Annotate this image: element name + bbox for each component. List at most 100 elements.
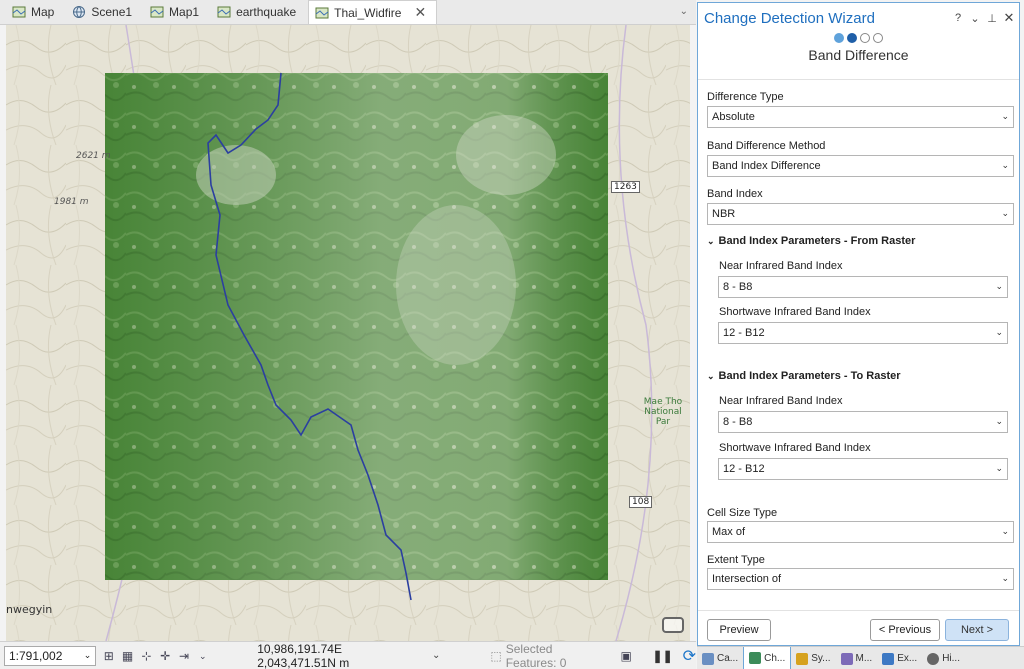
- select-value: Absolute: [712, 111, 755, 123]
- arcgis-pro-window: Map Scene1 Map1 earthquake Thai_Widfire …: [0, 0, 1024, 669]
- coordinate-readout: 10,986,191.74E 2,043,471.51N m: [257, 641, 350, 669]
- table-icon[interactable]: ▣: [620, 649, 633, 663]
- section-heading: Band Index Parameters - From Raster: [718, 235, 916, 247]
- difference-type-label: Difference Type: [707, 91, 784, 103]
- previous-button[interactable]: < Previous: [870, 619, 940, 641]
- close-icon[interactable]: ✕: [1002, 10, 1016, 26]
- step-dot: [860, 33, 870, 43]
- grid-icon[interactable]: ▦: [121, 649, 134, 663]
- modify-icon: [840, 652, 853, 665]
- chevron-down-icon[interactable]: ⌄: [680, 6, 688, 17]
- road-shield: 1263: [611, 181, 640, 193]
- cell-size-type-select[interactable]: Max of ⌄: [707, 521, 1014, 543]
- select-value: 8 - B8: [723, 281, 753, 293]
- step-title: Band Difference: [808, 47, 909, 63]
- chevron-down-icon: ⌄: [1001, 111, 1009, 121]
- scale-value: 1:791,002: [9, 648, 63, 663]
- chevron-down-icon: ⌄: [995, 281, 1003, 291]
- tab-explore[interactable]: Ex...: [877, 647, 922, 669]
- tab-thai-widfire[interactable]: Thai_Widfire ✕: [308, 0, 438, 24]
- close-icon[interactable]: ✕: [414, 4, 426, 21]
- section-heading: Band Index Parameters - To Raster: [718, 370, 901, 382]
- from-nir-band-select[interactable]: 8 - B8 ⌄: [718, 276, 1008, 298]
- select-value: 12 - B12: [723, 327, 765, 339]
- change-detection-icon: [749, 652, 762, 664]
- chevron-down-icon: ⌄: [1001, 573, 1009, 583]
- tab-map[interactable]: Map: [6, 0, 64, 24]
- to-swir-band-select[interactable]: 12 - B12 ⌄: [718, 458, 1008, 480]
- tab-label: Map: [31, 5, 55, 19]
- step-dot: [873, 33, 883, 43]
- chevron-down-icon: ⌄: [1001, 526, 1009, 536]
- select-value: Max of: [712, 526, 746, 538]
- tab-earthquake[interactable]: earthquake: [211, 0, 306, 24]
- basemap: [6, 25, 690, 641]
- symbology-icon: [796, 652, 809, 665]
- from-raster-section-toggle[interactable]: ⌄ Band Index Parameters - From Raster: [707, 235, 915, 247]
- tab-label: Ca...: [717, 653, 739, 664]
- north-arrow-icon[interactable]: ⇥: [178, 649, 191, 663]
- refresh-icon[interactable]: ⟳: [683, 646, 696, 666]
- divider: [698, 610, 1019, 611]
- constraint-icon[interactable]: ✛: [159, 649, 172, 663]
- to-nir-band-select[interactable]: 8 - B8 ⌄: [718, 411, 1008, 433]
- history-icon: [927, 652, 940, 665]
- chevron-down-icon[interactable]: ⌄: [968, 12, 982, 25]
- next-button[interactable]: Next >: [945, 619, 1009, 641]
- pane-tab-strip: Ca... Ch... Sy... M... Ex... Hi...: [697, 646, 1024, 669]
- chevron-down-icon: ⌄: [83, 650, 92, 660]
- place-label: nwegyin: [6, 603, 53, 616]
- scale-select[interactable]: 1:791,002 ⌄: [4, 645, 97, 666]
- pane-title: Change Detection Wizard: [704, 9, 875, 27]
- map-view[interactable]: 2621 m 1981 m nwegyin Mae Tho National P…: [6, 25, 690, 641]
- band-difference-method-select[interactable]: Band Index Difference ⌄: [707, 155, 1014, 177]
- chevron-down-icon[interactable]: ⌄: [196, 649, 209, 663]
- difference-type-select[interactable]: Absolute ⌄: [707, 106, 1014, 128]
- map-icon: [12, 6, 26, 18]
- tab-label: M...: [855, 653, 873, 664]
- help-icon[interactable]: ?: [951, 12, 965, 24]
- to-raster-section-toggle[interactable]: ⌄ Band Index Parameters - To Raster: [707, 370, 901, 382]
- layers-icon: [882, 652, 895, 665]
- tab-label: Sy...: [811, 653, 831, 664]
- tab-label: Thai_Widfire: [334, 5, 402, 20]
- cell-size-type-label: Cell Size Type: [707, 507, 778, 519]
- tab-map1[interactable]: Map1: [144, 0, 209, 24]
- select-value: NBR: [712, 208, 736, 220]
- chevron-down-icon: ⌄: [995, 416, 1003, 426]
- select-value: 8 - B8: [723, 416, 753, 428]
- navigator-icon[interactable]: [662, 617, 684, 633]
- map-tab-bar: Map Scene1 Map1 earthquake Thai_Widfire …: [0, 0, 696, 25]
- elevation-label: 2621 m: [76, 151, 111, 161]
- from-swir-label: Shortwave Infrared Band Index: [719, 306, 871, 318]
- pin-icon[interactable]: ⊥: [985, 12, 999, 25]
- band-difference-method-label: Band Difference Method: [707, 140, 826, 152]
- to-nir-label: Near Infrared Band Index: [719, 395, 843, 407]
- from-swir-band-select[interactable]: 12 - B12 ⌄: [718, 322, 1008, 344]
- step-dot: [847, 33, 857, 43]
- chevron-down-icon[interactable]: ⌄: [432, 650, 440, 661]
- tab-history[interactable]: Hi...: [922, 647, 965, 669]
- select-value: 12 - B12: [723, 463, 765, 475]
- pause-icon[interactable]: ❚❚: [653, 649, 673, 663]
- selection-icon: ⬚: [490, 648, 502, 663]
- map-icon: [217, 6, 231, 18]
- chevron-down-icon: ⌄: [1001, 160, 1009, 170]
- road-shield: 108: [629, 496, 653, 508]
- selected-features[interactable]: ⬚ Selected Features: 0: [490, 642, 605, 669]
- tab-scene1[interactable]: Scene1: [66, 0, 142, 24]
- tab-symbology[interactable]: Sy...: [791, 647, 835, 669]
- band-index-select[interactable]: NBR ⌄: [707, 203, 1014, 225]
- preview-button[interactable]: Preview: [707, 619, 771, 641]
- map-status-bar: 1:791,002 ⌄ ⊞ ▦ ⊹ ✛ ⇥ ⌄ 10,986,191.74E 2…: [0, 641, 696, 669]
- chevron-down-icon: ⌄: [707, 235, 715, 246]
- add-grid-icon[interactable]: ⊞: [102, 649, 115, 663]
- tab-catalog[interactable]: Ca...: [697, 647, 743, 669]
- tab-change-detection[interactable]: Ch...: [743, 647, 792, 669]
- tab-modify[interactable]: M...: [836, 647, 878, 669]
- from-nir-label: Near Infrared Band Index: [719, 260, 843, 272]
- band-index-label: Band Index: [707, 188, 763, 200]
- elevation-label: 1981 m: [54, 197, 89, 207]
- snapping-icon[interactable]: ⊹: [140, 649, 153, 663]
- extent-type-select[interactable]: Intersection of ⌄: [707, 568, 1014, 590]
